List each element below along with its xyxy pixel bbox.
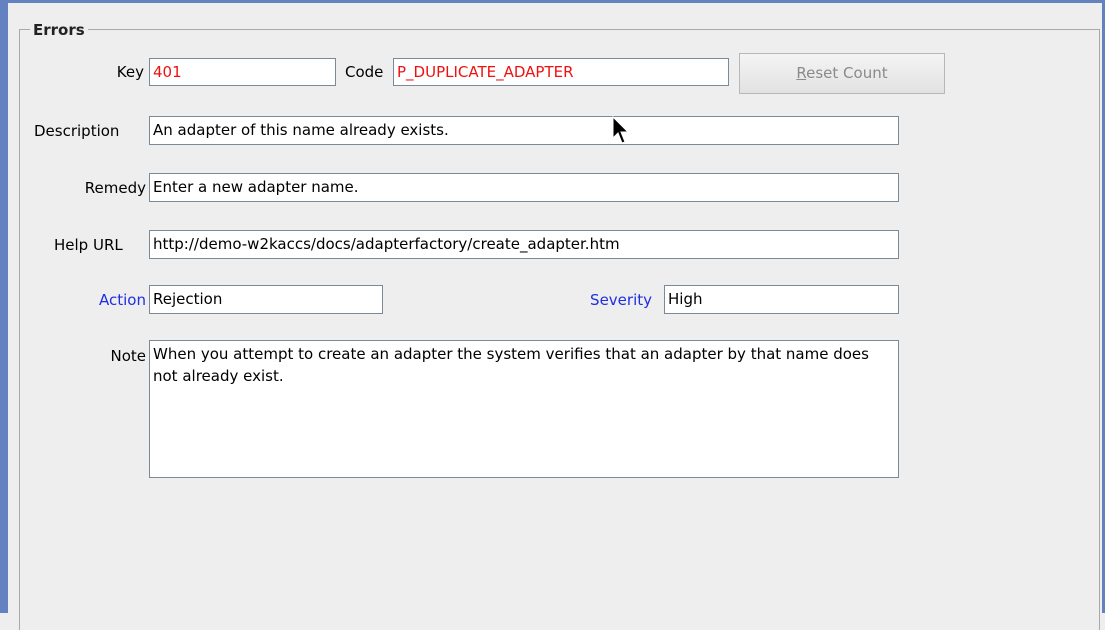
key-field[interactable]: 401 [149,58,336,86]
group-title: Errors [30,20,88,40]
action-label: Action [99,291,146,309]
note-textarea[interactable]: When you attempt to create an adapter th… [149,340,899,478]
mouse-cursor-icon [612,116,630,144]
errors-panel: Errors Key 401 Code P_DUPLICATE_ADAPTER … [0,0,1105,630]
key-label: Key [116,63,144,81]
code-field[interactable]: P_DUPLICATE_ADAPTER [393,58,729,86]
action-field[interactable]: Rejection [149,285,383,314]
description-field[interactable]: An adapter of this name already exists. [149,116,899,145]
window-left-border [0,0,8,613]
help-url-field[interactable]: http://demo-w2kaccs/docs/adapterfactory/… [149,230,899,259]
remedy-label: Remedy [84,179,146,197]
code-label: Code [345,63,384,81]
help-url-label: Help URL [54,236,123,254]
note-label: Note [110,347,146,365]
severity-field[interactable]: High [664,285,899,314]
description-label: Description [34,122,120,140]
reset-count-button[interactable]: Reset Count [739,53,945,94]
window-top-border [0,0,1105,3]
severity-label: Severity [590,291,652,309]
remedy-field[interactable]: Enter a new adapter name. [149,173,899,202]
